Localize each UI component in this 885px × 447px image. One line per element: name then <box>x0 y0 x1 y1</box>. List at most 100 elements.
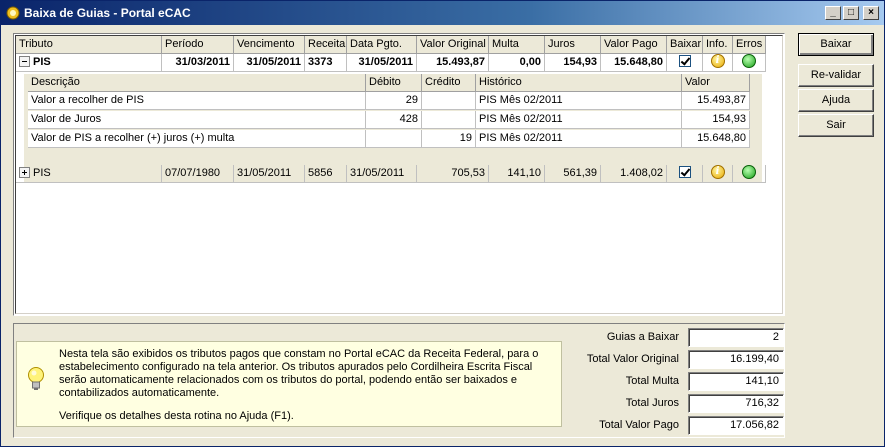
info-cell: i <box>703 54 733 72</box>
receita-cell: 3373 <box>305 54 347 72</box>
hint-text: Nesta tela são exibidos os tributos pago… <box>59 348 555 433</box>
debito-cell: 428 <box>366 111 422 129</box>
total-multa: Total Multa 141,10 <box>574 372 786 392</box>
baixar-checkbox[interactable] <box>678 55 691 68</box>
col-data-pgto[interactable]: Data Pgto. <box>347 36 417 54</box>
total-multa-field[interactable]: 141,10 <box>688 372 784 391</box>
valor-pago-cell: 15.648,80 <box>601 54 667 72</box>
data-pgto-cell: 31/05/2011 <box>347 165 417 183</box>
info-icon[interactable]: i <box>710 165 725 180</box>
col-baixar[interactable]: Baixar <box>667 36 703 54</box>
descricao-cell: Valor a recolher de PIS <box>28 92 366 110</box>
collapse-icon[interactable] <box>19 55 30 67</box>
vencimento-cell: 31/05/2011 <box>234 54 305 72</box>
juros-cell: 561,39 <box>545 165 601 183</box>
baixar-checkbox[interactable] <box>678 166 691 179</box>
total-valor-original-field[interactable]: 16.199,40 <box>688 350 784 369</box>
valor-original-cell: 705,53 <box>417 165 489 183</box>
app-icon <box>6 6 20 20</box>
revalidar-button[interactable]: Re-validar <box>798 64 874 87</box>
summary-panel: Nesta tela são exibidos os tributos pago… <box>13 323 785 438</box>
detail-header: Descrição Débito Crédito Histórico Valor <box>28 74 750 92</box>
vencimento-cell: 31/05/2011 <box>234 165 305 183</box>
minimize-button[interactable]: _ <box>825 6 841 20</box>
title-bar[interactable]: Baixa de Guias - Portal eCAC _ □ × <box>1 1 884 25</box>
historico-cell: PIS Mês 02/2011 <box>476 111 682 129</box>
total-label: Total Multa <box>625 375 679 387</box>
col-tributo[interactable]: Tributo <box>16 36 162 54</box>
credito-cell <box>422 92 476 110</box>
tributo-cell: PIS <box>16 165 162 183</box>
ajuda-button[interactable]: Ajuda <box>798 89 874 112</box>
grid-header: Tributo Período Vencimento Receita Data … <box>16 36 766 54</box>
total-label: Total Valor Pago <box>599 419 679 431</box>
guias-a-baixar-field[interactable]: 2 <box>688 328 784 347</box>
baixar-cell <box>667 54 703 72</box>
erros-cell <box>733 54 766 72</box>
list-item[interactable]: Valor de PIS a recolher (+) juros (+) mu… <box>28 130 750 148</box>
valor-cell: 154,93 <box>682 111 750 129</box>
valor-pago-cell: 1.408,02 <box>601 165 667 183</box>
window-title: Baixa de Guias - Portal eCAC <box>24 6 191 20</box>
list-item[interactable]: Valor a recolher de PIS 29 PIS Mês 02/20… <box>28 92 750 110</box>
historico-cell: PIS Mês 02/2011 <box>476 92 682 110</box>
hint-paragraph: Verifique os detalhes desta rotina no Aj… <box>59 410 294 422</box>
col-vencimento[interactable]: Vencimento <box>234 36 305 54</box>
info-icon[interactable]: i <box>710 54 725 69</box>
erros-cell <box>733 165 766 183</box>
multa-cell: 141,10 <box>489 165 545 183</box>
expand-icon[interactable] <box>19 166 30 178</box>
status-ok-icon[interactable] <box>742 165 756 180</box>
lightbulb-icon <box>28 367 44 390</box>
sair-button[interactable]: Sair <box>798 114 874 137</box>
col-valor-original[interactable]: Valor Original <box>417 36 489 54</box>
list-item[interactable]: Valor de Juros 428 PIS Mês 02/2011 154,9… <box>28 111 750 129</box>
col-descricao[interactable]: Descrição <box>28 74 366 92</box>
col-historico[interactable]: Histórico <box>476 74 682 92</box>
main-window: Baixa de Guias - Portal eCAC _ □ × Tribu… <box>0 0 885 447</box>
col-info[interactable]: Info. <box>703 36 733 54</box>
historico-cell: PIS Mês 02/2011 <box>476 130 682 148</box>
descricao-cell: Valor de PIS a recolher (+) juros (+) mu… <box>28 130 366 148</box>
info-cell: i <box>703 165 733 183</box>
valor-cell: 15.493,87 <box>682 92 750 110</box>
total-label: Total Valor Original <box>586 353 679 365</box>
status-ok-icon[interactable] <box>742 54 756 69</box>
total-label: Guias a Baixar <box>606 331 679 343</box>
col-erros[interactable]: Erros <box>733 36 766 54</box>
col-debito[interactable]: Débito <box>366 74 422 92</box>
juros-cell: 154,93 <box>545 54 601 72</box>
total-label: Total Juros <box>625 397 679 409</box>
hint-paragraph: Nesta tela são exibidos os tributos pago… <box>59 348 539 399</box>
total-juros: Total Juros 716,32 <box>574 394 786 414</box>
total-juros-field[interactable]: 716,32 <box>688 394 784 413</box>
periodo-cell: 07/07/1980 <box>162 165 234 183</box>
receita-cell: 5856 <box>305 165 347 183</box>
total-valor-original: Total Valor Original 16.199,40 <box>574 350 786 370</box>
col-periodo[interactable]: Período <box>162 36 234 54</box>
maximize-button[interactable]: □ <box>843 6 859 20</box>
col-credito[interactable]: Crédito <box>422 74 476 92</box>
baixar-cell <box>667 165 703 183</box>
col-valor[interactable]: Valor <box>682 74 750 92</box>
col-juros[interactable]: Juros <box>545 36 601 54</box>
table-row[interactable]: PIS 07/07/1980 31/05/2011 5856 31/05/201… <box>16 165 766 183</box>
col-valor-pago[interactable]: Valor Pago <box>601 36 667 54</box>
multa-cell: 0,00 <box>489 54 545 72</box>
close-button[interactable]: × <box>863 6 879 20</box>
periodo-cell: 31/03/2011 <box>162 54 234 72</box>
table-row[interactable]: PIS 31/03/2011 31/05/2011 3373 31/05/201… <box>16 54 766 72</box>
debito-cell <box>366 130 422 148</box>
col-receita[interactable]: Receita <box>305 36 347 54</box>
hint-box: Nesta tela são exibidos os tributos pago… <box>16 341 562 427</box>
credito-cell <box>422 111 476 129</box>
col-multa[interactable]: Multa <box>489 36 545 54</box>
guias-grid: Tributo Período Vencimento Receita Data … <box>13 33 785 316</box>
total-guias: Guias a Baixar 2 <box>574 328 786 348</box>
credito-cell: 19 <box>422 130 476 148</box>
valor-original-cell: 15.493,87 <box>417 54 489 72</box>
total-valor-pago-field[interactable]: 17.056,82 <box>688 416 784 435</box>
total-valor-pago: Total Valor Pago 17.056,82 <box>574 416 786 436</box>
tributo-cell: PIS <box>16 54 162 72</box>
baixar-button[interactable]: Baixar <box>798 33 874 56</box>
